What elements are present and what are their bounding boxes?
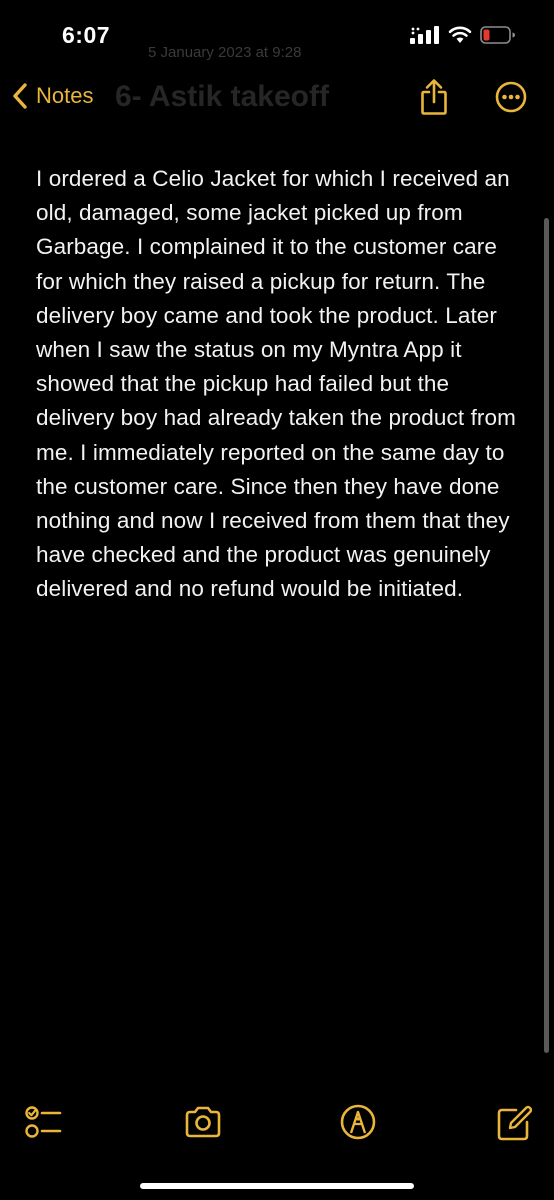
status-time: 6:07 <box>62 22 111 48</box>
camera-icon <box>185 1106 221 1138</box>
share-button[interactable] <box>420 78 448 121</box>
back-button[interactable]: Notes <box>12 82 93 110</box>
camera-button[interactable] <box>183 1102 223 1147</box>
checklist-button[interactable] <box>24 1102 64 1147</box>
markup-button[interactable] <box>338 1102 378 1147</box>
scroll-indicator[interactable] <box>544 218 549 1053</box>
battery-icon <box>480 26 515 44</box>
back-button-label: Notes <box>36 83 94 108</box>
navigation-bar: 5 January 2023 at 9:28 6- Astik takeoff … <box>0 44 554 130</box>
share-icon <box>421 79 447 115</box>
note-date-faded: 5 January 2023 at 9:28 <box>148 44 302 61</box>
status-icons <box>410 26 516 44</box>
note-title-faded: 6- Astik takeoff <box>115 80 329 113</box>
markup-pen-icon <box>340 1104 376 1140</box>
wifi-icon <box>448 26 472 43</box>
home-indicator[interactable] <box>140 1183 414 1189</box>
bottom-toolbar <box>0 1100 554 1144</box>
chevron-left-icon <box>13 83 27 109</box>
compose-button[interactable] <box>496 1102 533 1147</box>
cellular-signal-icon <box>410 26 439 44</box>
more-options-button[interactable] <box>495 81 527 118</box>
note-body-text[interactable]: I ordered a Celio Jacket for which I rec… <box>36 162 526 607</box>
ellipsis-circle-icon <box>495 81 527 113</box>
checklist-icon <box>25 1106 62 1138</box>
compose-icon <box>497 1105 533 1141</box>
